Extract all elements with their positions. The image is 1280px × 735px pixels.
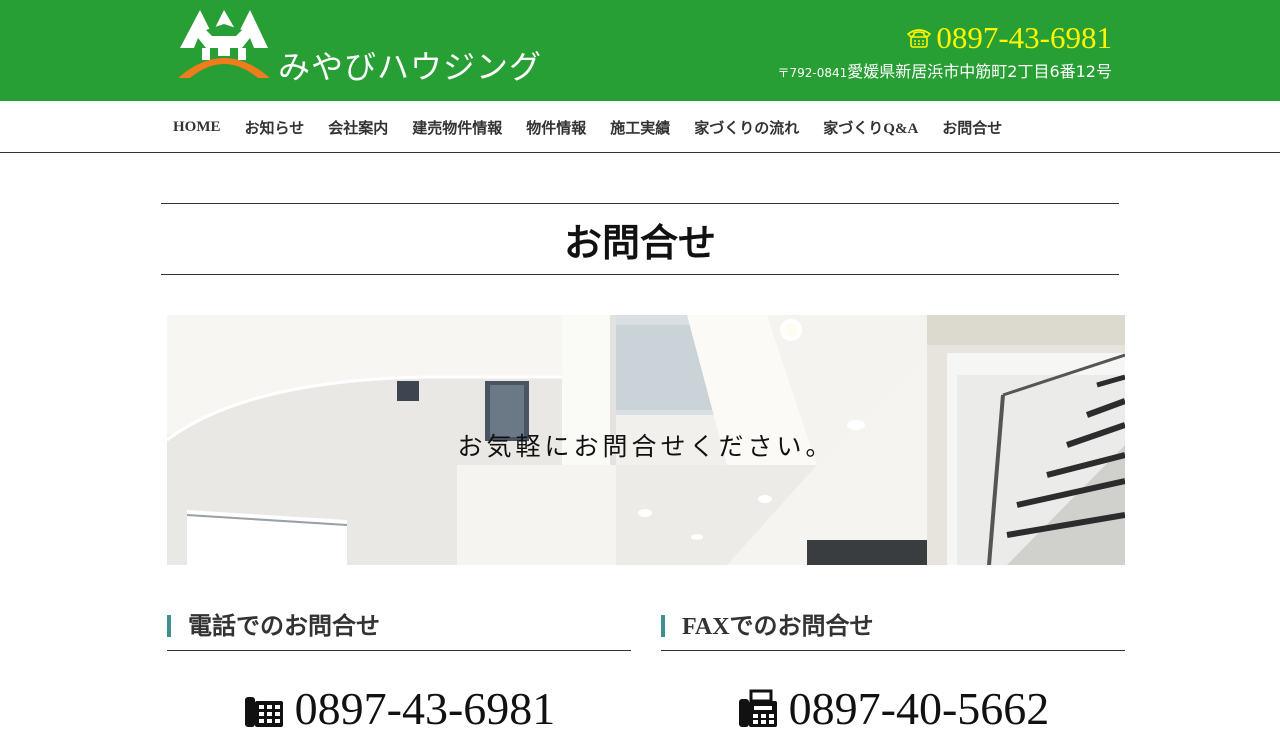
nav-item-ready-built[interactable]: 建売物件情報 [400, 117, 514, 138]
logo-mark-icon [178, 10, 270, 78]
header-contact: 0897-43-6981 〒792-0841愛媛県新居浜市中筋町2丁目6番12号 [777, 20, 1112, 82]
phone-number[interactable]: 0897-43-6981 [295, 682, 556, 735]
postal-code: 〒792-0841 [777, 66, 848, 80]
company-address: 愛媛県新居浜市中筋町2丁目6番12号 [847, 62, 1112, 81]
hero-text: お気軽にお問合せください。 [457, 432, 835, 461]
main-nav: HOME お知らせ 会社案内 建売物件情報 物件情報 施工実績 家づくりの流れ … [0, 101, 1280, 153]
phone-contact-section: 電話でのお問合せ 0897-43-6981 [167, 614, 631, 734]
fax-contact-section: FAXでのお問合せ 0897-40-5662 [661, 614, 1125, 734]
nav-item-company[interactable]: 会社案内 [316, 117, 400, 138]
fax-icon [738, 689, 777, 727]
nav-item-news[interactable]: お知らせ [233, 117, 317, 138]
telephone-icon [907, 29, 932, 48]
nav-item-faq[interactable]: 家づくりQ&A [811, 117, 930, 138]
header-phone-number[interactable]: 0897-43-6981 [936, 20, 1112, 56]
nav-item-works[interactable]: 施工実績 [598, 117, 682, 138]
fax-section-title: FAXでのお問合せ [682, 614, 874, 640]
section-accent-bar [661, 615, 665, 637]
fax-number[interactable]: 0897-40-5662 [789, 682, 1050, 735]
nav-item-properties[interactable]: 物件情報 [514, 117, 598, 138]
page-title: お問合せ [563, 220, 716, 265]
company-name: みやびハウジング [278, 48, 543, 86]
nav-item-home[interactable]: HOME [161, 119, 233, 136]
phone-section-title: 電話でのお問合せ [188, 614, 380, 640]
hero-image: お気軽にお問合せください。 [167, 315, 1125, 565]
site-header: みやびハウジング 0897-43-6981 〒792-0841愛媛県新居浜市中筋… [0, 0, 1280, 101]
nav-item-contact[interactable]: お問合せ [930, 117, 1014, 138]
site-logo[interactable]: みやびハウジング [176, 4, 541, 86]
page-title-box: お問合せ [161, 203, 1119, 275]
phone-icon [244, 696, 283, 727]
section-accent-bar [167, 615, 171, 637]
nav-item-building-flow[interactable]: 家づくりの流れ [682, 117, 811, 138]
